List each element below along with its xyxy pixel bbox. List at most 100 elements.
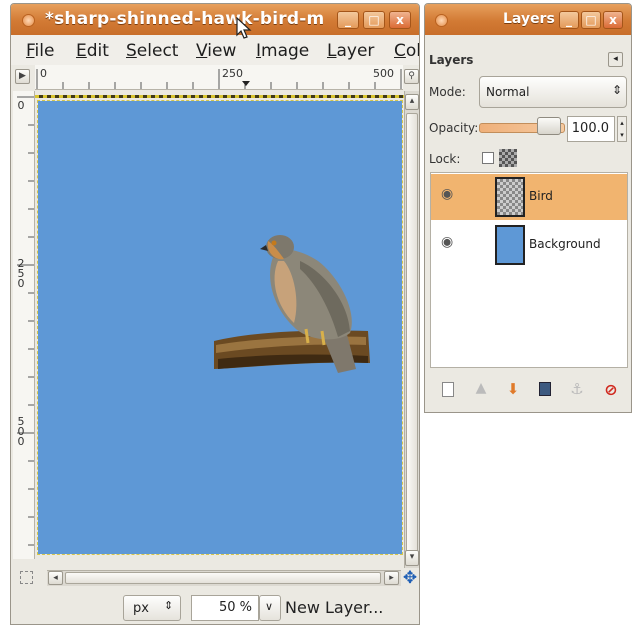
ruler-label: 500: [17, 415, 25, 448]
maximize-button[interactable]: □: [581, 11, 601, 29]
updown-icon: ▴ ▾: [620, 119, 624, 139]
minimize-button[interactable]: _: [559, 11, 579, 29]
image-window-titlebar[interactable]: *sharp-shinned-hawk-bird-m _ □ x: [11, 4, 419, 35]
status-bar: px ⇕ 50 % ∨ New Layer...: [11, 589, 419, 624]
layers-window-titlebar[interactable]: Layers _ □ x: [425, 4, 631, 35]
scroll-right-button[interactable]: ▸: [384, 571, 399, 585]
window-menu-icon[interactable]: [435, 14, 448, 27]
horizontal-ruler-ticks: [36, 69, 402, 89]
arrow-up-icon: ▲: [475, 380, 487, 396]
horizontal-scrollbar[interactable]: ◂ ▸: [47, 570, 401, 586]
mode-value: Normal: [486, 85, 530, 99]
image-window: *sharp-shinned-hawk-bird-m _ □ x File Ed…: [10, 3, 420, 625]
anchor-icon: ⚓: [570, 380, 584, 398]
quick-mask-toggle[interactable]: ▶: [15, 69, 30, 84]
minimize-icon: _: [345, 13, 351, 27]
ruler-label: 250: [17, 257, 25, 290]
tab-menu-button[interactable]: ◂: [608, 52, 623, 67]
image-window-title: *sharp-shinned-hawk-bird-m: [45, 9, 325, 29]
lower-layer-button[interactable]: ⬇: [503, 380, 523, 400]
minimize-icon: _: [566, 13, 572, 27]
horizontal-ruler[interactable]: 0 250 500: [35, 65, 403, 90]
anchor-layer-button[interactable]: ⚓: [567, 380, 587, 400]
opacity-field[interactable]: 100.0: [567, 116, 615, 142]
chevron-down-icon: ▾: [409, 552, 415, 562]
layer-row-bird[interactable]: ◉ Bird: [431, 174, 627, 220]
opacity-value: 100.0: [571, 121, 609, 136]
window-menu-icon[interactable]: [22, 14, 35, 27]
layer-boundary: [35, 95, 405, 98]
opacity-label: Opacity:: [429, 121, 479, 135]
mode-label: Mode:: [429, 85, 466, 99]
status-message: New Layer...: [285, 598, 384, 617]
layer-thumbnail: [495, 225, 525, 265]
menu-layer[interactable]: Layer: [327, 41, 374, 61]
eye-icon[interactable]: ◉: [441, 234, 453, 250]
vertical-ruler-ticks: [17, 96, 34, 546]
chevron-down-icon: ∨: [265, 600, 274, 613]
menu-view[interactable]: View: [196, 41, 236, 61]
checkerboard-icon: [499, 149, 517, 167]
zoom-dropdown[interactable]: ∨: [259, 595, 281, 621]
menu-image[interactable]: Image: [256, 41, 309, 61]
close-button[interactable]: x: [389, 11, 411, 29]
opacity-slider-handle[interactable]: [537, 117, 561, 135]
close-button[interactable]: x: [603, 11, 623, 29]
vertical-scrollbar[interactable]: ▴ ▾: [404, 91, 419, 568]
mode-dropdown[interactable]: Normal ⇕: [479, 76, 627, 108]
layers-window-title: Layers: [503, 11, 555, 27]
layer-row-background[interactable]: ◉ Background: [431, 222, 627, 268]
close-icon: x: [396, 13, 404, 27]
menu-select[interactable]: Select: [126, 41, 178, 61]
ruler-label: 0: [17, 99, 25, 112]
menu-edit[interactable]: Edit: [76, 41, 109, 61]
delete-icon: ⊘: [604, 380, 618, 399]
menu-arrow-icon: ◂: [613, 54, 618, 64]
layer-action-bar: ▲ ⬇ ⚓ ⊘: [425, 372, 631, 406]
magnifier-icon: ⚲: [408, 71, 415, 81]
duplicate-icon: [539, 382, 551, 396]
delete-layer-button[interactable]: ⊘: [601, 380, 621, 400]
hawk-image: [214, 235, 370, 373]
unit-value: px: [133, 601, 149, 616]
mouse-cursor-icon: [236, 17, 252, 39]
maximize-button[interactable]: □: [363, 11, 385, 29]
navigate-icon[interactable]: ✥: [401, 569, 419, 587]
layer-thumbnail: [495, 177, 525, 217]
duplicate-layer-button[interactable]: [535, 380, 555, 400]
new-layer-icon: [442, 382, 454, 397]
scroll-down-button[interactable]: ▾: [405, 550, 419, 566]
chevron-right-icon: ▸: [389, 573, 394, 583]
lock-pixels-checkbox[interactable]: [482, 152, 494, 164]
raise-layer-button[interactable]: ▲: [471, 380, 491, 400]
minimize-button[interactable]: _: [337, 11, 359, 29]
layer-list: ◉ Bird ◉ Background: [430, 172, 628, 368]
panel-title: Layers: [429, 53, 474, 67]
scroll-left-button[interactable]: ◂: [48, 571, 63, 585]
menu-colors[interactable]: Col: [394, 41, 419, 61]
chevron-left-icon: ◂: [53, 573, 58, 583]
vertical-ruler[interactable]: 0 250 500: [13, 91, 35, 559]
opacity-spinner[interactable]: ▴ ▾: [617, 116, 627, 142]
new-layer-button[interactable]: [439, 380, 459, 400]
image-canvas[interactable]: [35, 95, 405, 555]
arrow-down-icon: ⬇: [506, 380, 520, 398]
maximize-icon: □: [368, 13, 380, 27]
updown-icon: ⇕: [164, 599, 174, 612]
dashed-square-icon: [19, 571, 33, 584]
horizontal-scroll-thumb[interactable]: [65, 572, 381, 584]
scroll-up-button[interactable]: ▴: [405, 94, 419, 110]
eye-icon[interactable]: ◉: [441, 186, 453, 202]
lock-label: Lock:: [429, 152, 461, 166]
updown-icon: ⇕: [612, 83, 623, 97]
chevron-up-icon: ▴: [409, 96, 415, 106]
zoom-field[interactable]: 50 %: [191, 595, 259, 621]
quick-mask-button[interactable]: [17, 571, 35, 586]
unit-selector[interactable]: px ⇕: [123, 595, 181, 621]
zoom-on-resize-button[interactable]: ⚲: [404, 69, 419, 84]
ruler-label: 0: [40, 67, 47, 80]
menu-file[interactable]: File: [26, 41, 54, 61]
layers-window: Layers _ □ x Layers ◂ Mode: Normal ⇕ Opa…: [424, 3, 632, 413]
vertical-scroll-thumb[interactable]: [406, 113, 418, 553]
ruler-label: 500: [373, 67, 394, 80]
